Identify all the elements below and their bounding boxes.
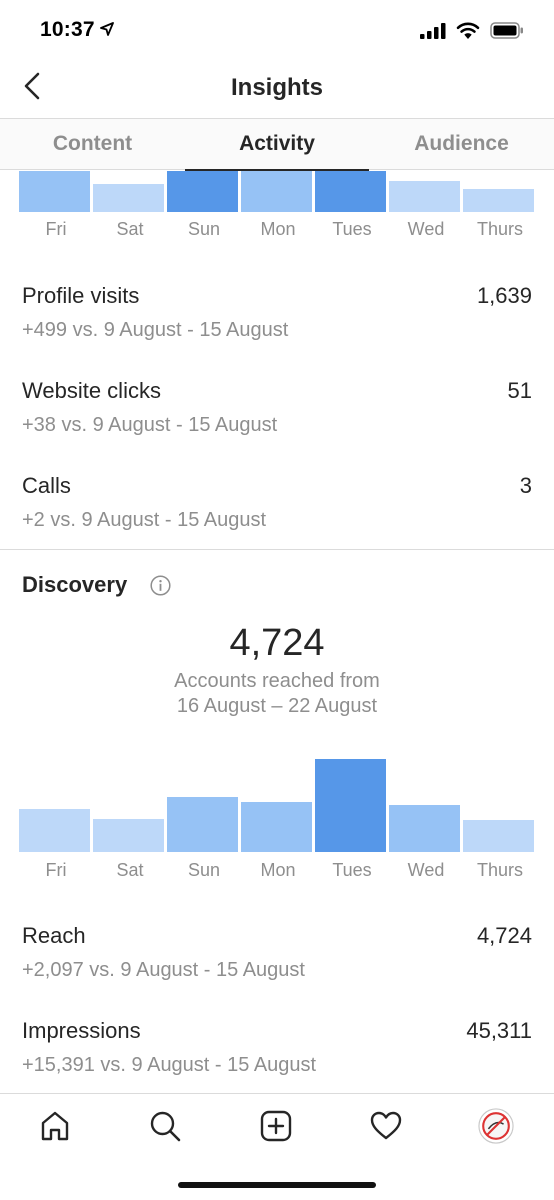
tab-content[interactable]: Content — [0, 119, 185, 171]
info-icon[interactable] — [150, 575, 171, 596]
chart-day-label: Fri — [45, 219, 67, 239]
chart-day-label: Tues — [332, 860, 372, 880]
chart-day-label: Mon — [260, 219, 296, 239]
metric-value: 3 — [519, 473, 532, 498]
reach-chart — [19, 759, 535, 852]
home-indicator — [178, 1182, 376, 1188]
metric-reach[interactable]: Reach 4,724 +2,097 vs. 9 August - 15 Aug… — [22, 923, 532, 1003]
date-range-caption: 16 August – 22 August — [176, 695, 378, 717]
accounts-reached-value: 4,724 — [229, 622, 325, 664]
status-time: 10:37 — [40, 18, 95, 41]
chart-bar-sun — [167, 797, 238, 852]
tab-audience[interactable]: Audience — [369, 119, 554, 171]
metric-impressions[interactable]: Impressions 45,311 +15,391 vs. 9 August … — [22, 1018, 532, 1098]
add-post-icon[interactable] — [258, 1108, 294, 1144]
chart-day-label: Thurs — [476, 219, 523, 239]
chart-day-label: Sun — [187, 860, 221, 880]
chart-bar-thurs — [463, 820, 534, 852]
chart-bar-wed — [389, 805, 460, 852]
page-title: Insights — [230, 74, 323, 101]
metric-label: Reach — [22, 923, 86, 948]
chart-bar-fri — [19, 809, 90, 852]
chart-bar-sat — [93, 819, 164, 852]
battery-icon — [490, 22, 523, 39]
section-divider — [0, 549, 554, 550]
chart-bar-tues — [315, 759, 386, 852]
chart-bar-sun — [167, 171, 238, 212]
metric-label: Calls — [22, 473, 71, 498]
chart-day-label: Wed — [407, 219, 445, 239]
reach-chart-labels: Fri Sat Sun Mon Tues Wed Thurs — [19, 860, 535, 884]
nav-header: Insights — [0, 60, 554, 118]
accounts-reached-caption: Accounts reached from — [174, 670, 380, 692]
location-arrow-icon — [100, 22, 114, 36]
chart-day-label: Tues — [332, 219, 372, 239]
tab-activity[interactable]: Activity — [185, 119, 369, 171]
chart-bar-mon — [241, 802, 312, 852]
metric-profile-visits[interactable]: Profile visits 1,639 +499 vs. 9 August -… — [22, 283, 532, 363]
chart-day-label: Sat — [116, 219, 144, 239]
chart-day-label: Sat — [116, 860, 144, 880]
chart-day-label: Sun — [187, 219, 221, 239]
metric-label: Website clicks — [22, 378, 161, 403]
metric-calls[interactable]: Calls 3 +2 vs. 9 August - 15 August — [22, 473, 532, 553]
metric-website-clicks[interactable]: Website clicks 51 +38 vs. 9 August - 15 … — [22, 378, 532, 458]
metric-comparison: +15,391 vs. 9 August - 15 August — [22, 1054, 317, 1076]
chart-bar-mon — [241, 171, 312, 212]
metric-value: 4,724 — [476, 923, 532, 948]
heart-icon[interactable] — [368, 1108, 404, 1144]
metric-value: 51 — [507, 378, 532, 403]
metric-label: Profile visits — [22, 283, 140, 308]
chart-bar-thurs — [463, 189, 534, 212]
discovery-title: Discovery — [22, 572, 128, 597]
metric-comparison: +2 vs. 9 August - 15 August — [22, 509, 267, 531]
interactions-chart-labels: Fri Sat Sun Mon Tues Wed Thurs — [19, 219, 535, 243]
chart-day-label: Fri — [45, 860, 67, 880]
wifi-icon — [456, 22, 480, 39]
chart-day-label: Thurs — [476, 860, 523, 880]
chart-bar-wed — [389, 181, 460, 212]
interactions-chart — [19, 171, 535, 212]
metric-comparison: +499 vs. 9 August - 15 August — [22, 319, 289, 341]
profile-avatar-icon[interactable] — [478, 1108, 514, 1144]
chart-day-label: Wed — [407, 860, 445, 880]
chart-bar-fri — [19, 171, 90, 212]
chart-bar-tues — [315, 171, 386, 212]
cellular-signal-icon — [420, 22, 446, 39]
metric-comparison: +38 vs. 9 August - 15 August — [22, 414, 278, 436]
metric-label: Impressions — [22, 1018, 141, 1043]
metric-comparison: +2,097 vs. 9 August - 15 August — [22, 959, 305, 981]
chart-day-label: Mon — [260, 860, 296, 880]
search-icon[interactable] — [147, 1108, 183, 1144]
metric-value: 45,311 — [466, 1018, 532, 1043]
home-icon[interactable] — [37, 1108, 73, 1144]
chart-bar-sat — [93, 184, 164, 212]
tab-bar: Content Activity Audience — [0, 118, 554, 171]
status-bar: 10:37 — [0, 0, 554, 60]
metric-value: 1,639 — [476, 283, 532, 308]
